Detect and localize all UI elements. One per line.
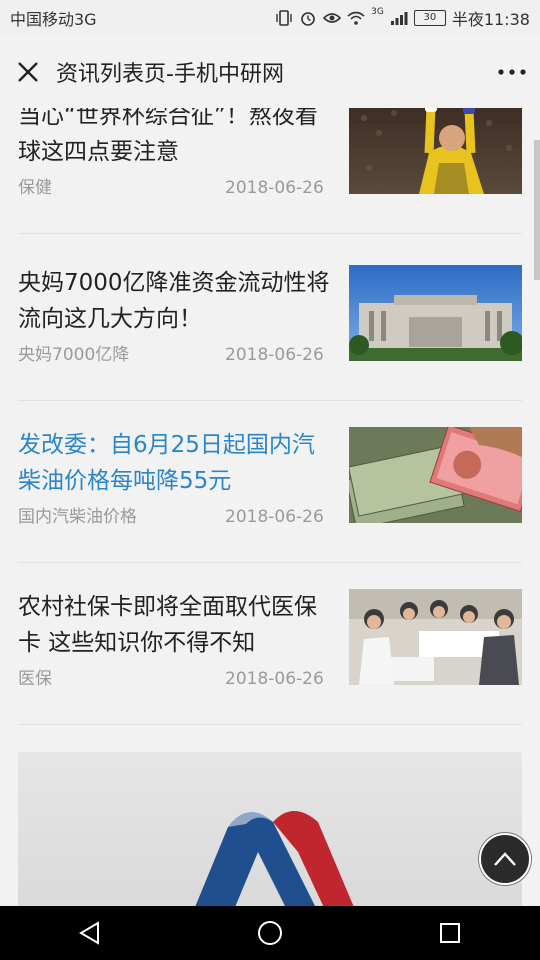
alarm-icon <box>301 12 315 26</box>
nav-recent-button[interactable] <box>420 906 480 960</box>
back-to-top-button[interactable] <box>479 833 531 885</box>
news-title[interactable]: 当心“世界杯综合征”！熬夜看球这四点要注意 <box>18 108 336 170</box>
news-thumbnail[interactable] <box>349 265 522 361</box>
status-bar: 中国移动3G 3G 30 半夜11:38 <box>0 0 540 36</box>
nav-back-button[interactable] <box>60 906 120 960</box>
scrollbar[interactable] <box>534 140 540 280</box>
circle-home-icon <box>258 921 282 945</box>
news-thumbnail[interactable] <box>349 427 522 523</box>
news-date: 2018-06-26 <box>225 178 324 198</box>
news-tag: 医保 <box>18 669 52 689</box>
square-recent-icon <box>440 923 460 943</box>
banner-image[interactable] <box>18 752 522 906</box>
news-title[interactable]: 发改委：自6月25日起国内汽柴油价格每吨降55元 <box>18 427 336 499</box>
wifi-icon <box>347 11 365 25</box>
title-bar: 资讯列表页-手机中研网 <box>0 36 540 108</box>
triangle-back-icon <box>79 921 99 945</box>
news-date: 2018-06-26 <box>225 507 324 527</box>
list-item[interactable]: 央妈7000亿降准资金流动性将流向这几大方向！ 央妈7000亿降准 2018-0… <box>18 265 522 401</box>
eye-icon <box>323 13 342 23</box>
news-title[interactable]: 农村社保卡即将全面取代医保卡 这些知识你不得不知 <box>18 589 336 661</box>
signal-icon <box>390 12 408 25</box>
more-button[interactable] <box>484 36 540 108</box>
list-item[interactable]: 当心“世界杯综合征”！熬夜看球这四点要注意 保健 2018-06-26 <box>18 108 522 234</box>
nav-home-button[interactable] <box>240 906 300 960</box>
news-tag: 央妈7000亿降准 <box>18 345 130 365</box>
news-list[interactable]: 当心“世界杯综合征”！熬夜看球这四点要注意 保健 2018-06-26 央妈70… <box>0 108 540 906</box>
news-date: 2018-06-26 <box>225 345 324 365</box>
close-icon <box>18 62 38 82</box>
list-item[interactable]: 农村社保卡即将全面取代医保卡 这些知识你不得不知 医保 2018-06-26 <box>18 589 522 725</box>
status-icons: 3G 30 半夜11:38 <box>275 6 530 30</box>
news-title[interactable]: 央妈7000亿降准资金流动性将流向这几大方向！ <box>18 265 336 337</box>
chevron-up-icon <box>494 852 516 866</box>
news-thumbnail[interactable] <box>349 589 522 685</box>
navigation-bar <box>0 906 540 960</box>
news-date: 2018-06-26 <box>225 669 324 689</box>
battery-icon: 30 <box>413 10 446 26</box>
news-tag: 保健 <box>18 178 52 198</box>
brand-logo-graphic <box>195 811 354 906</box>
network-type: 3G <box>371 7 384 17</box>
more-dots-icon <box>498 69 526 75</box>
news-thumbnail[interactable] <box>349 108 522 194</box>
list-item[interactable]: 发改委：自6月25日起国内汽柴油价格每吨降55元 国内汽柴油价格 2018-06… <box>18 427 522 563</box>
page-title: 资讯列表页-手机中研网 <box>56 62 284 87</box>
news-tag: 国内汽柴油价格 <box>18 507 137 527</box>
clock: 半夜11:38 <box>451 10 530 29</box>
close-button[interactable] <box>0 36 56 108</box>
vibrate-icon <box>276 10 292 26</box>
carrier-label: 中国移动3G <box>10 10 97 29</box>
